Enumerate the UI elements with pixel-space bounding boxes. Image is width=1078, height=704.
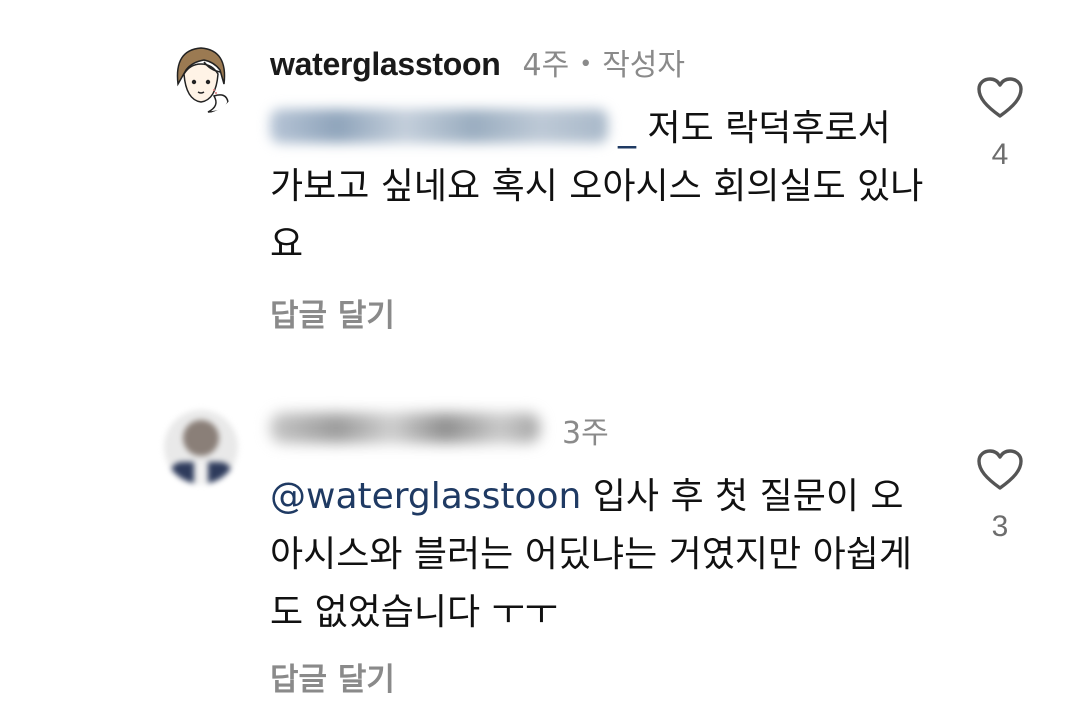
profile-photo-icon [164,410,238,484]
timestamp: 4주 [522,48,570,83]
like-count: 4 [991,138,1009,171]
comment-text: @waterglasstoon 입사 후 첫 질문이 오아시스와 블러는 어딨냐… [270,468,930,642]
blurred-username[interactable] [270,413,540,443]
mention-link[interactable]: @waterglasstoon [270,476,581,517]
cartoon-avatar-icon [164,40,238,114]
mention-suffix[interactable]: _ [618,108,636,149]
like-button[interactable]: 3 [972,448,1028,544]
reply-button[interactable]: 답글 달기 [270,290,395,335]
author-badge: 작성자 [602,48,686,83]
username[interactable]: waterglasstoon [270,46,501,83]
comment-item: waterglasstoon 4주 • 작성자 _ 저도 락덕후로서 가보고 싶… [0,0,1078,360]
comment-header: waterglasstoon 4주 • 작성자 [270,40,685,84]
timestamp: 3주 [562,416,609,451]
comment-header: 3주 [270,408,609,452]
avatar[interactable] [164,410,238,484]
like-button[interactable]: 4 [972,76,1028,172]
comment-text: _ 저도 락덕후로서 가보고 싶네요 혹시 오아시스 회의실도 있나요 [270,100,930,274]
separator-dot: • [579,52,593,77]
like-count: 3 [991,510,1009,543]
blurred-mention-link[interactable] [270,109,608,143]
heart-outline-icon[interactable] [976,448,1024,492]
comment-item: 3주 @waterglasstoon 입사 후 첫 질문이 오아시스와 블러는 … [0,360,1078,704]
avatar[interactable] [164,40,238,114]
heart-outline-icon[interactable] [976,76,1024,120]
reply-button[interactable]: 답글 달기 [270,654,395,699]
